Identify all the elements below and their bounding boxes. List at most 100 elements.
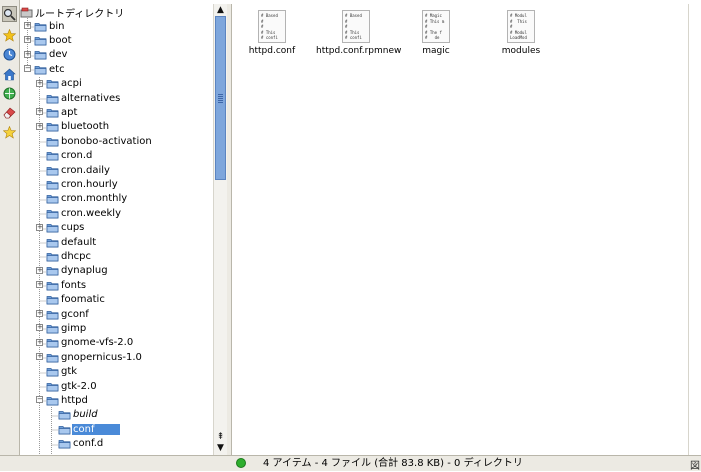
folder-icon: [34, 64, 47, 75]
tree-item-label: conf.d: [73, 438, 104, 450]
tree-scrollbar[interactable]: ▲ ⇞ ▼: [213, 4, 227, 455]
expand-icon[interactable]: +: [24, 50, 31, 58]
tree-item[interactable]: cron.daily: [46, 163, 111, 177]
expand-icon[interactable]: +: [36, 266, 43, 274]
search-icon[interactable]: [2, 6, 17, 22]
network-icon[interactable]: [2, 85, 17, 101]
tree-item-label: httpd: [61, 394, 88, 406]
folder-icon: [46, 280, 59, 291]
file-preview-line: # This m: [425, 18, 445, 24]
tree-item-label: etc: [49, 63, 65, 75]
scroll-thumb[interactable]: [215, 16, 226, 180]
tree-item[interactable]: default: [46, 235, 97, 249]
tree-root[interactable]: ルートディレクトリ: [20, 5, 125, 20]
folder-icon: [34, 35, 47, 46]
tree-item[interactable]: alternatives: [46, 91, 121, 105]
collapse-icon[interactable]: −: [36, 396, 43, 404]
root-drive-icon: [20, 7, 33, 18]
directory-tree[interactable]: ルートディレクトリ bin boot dev etc acpi alternatives a…: [20, 0, 213, 455]
tree-item[interactable]: cron.weekly: [46, 206, 122, 220]
tree-item[interactable]: bonobo-activation: [46, 134, 153, 148]
bookmark-star-icon[interactable]: [2, 27, 17, 43]
tree-item[interactable]: apt: [46, 105, 78, 119]
tree-item[interactable]: dev: [34, 48, 68, 62]
tree-item[interactable]: cups: [46, 221, 85, 235]
resize-grip-icon[interactable]: 図: [690, 457, 700, 472]
tree-item[interactable]: acpi: [46, 77, 83, 91]
status-bar-left-section: [0, 457, 230, 470]
file-view[interactable]: # Based # # # This # confi httpd.conf # Based #…: [232, 4, 687, 455]
expand-icon[interactable]: +: [36, 324, 43, 332]
tree-item[interactable]: fonts: [46, 278, 87, 292]
tree-root-label: ルートディレクトリ: [35, 8, 125, 20]
folder-icon: [34, 21, 47, 32]
tree-item-label: apt: [61, 106, 78, 118]
folder-icon: [46, 381, 59, 392]
tree-item[interactable]: gconf: [46, 307, 90, 321]
expand-icon[interactable]: +: [36, 310, 43, 317]
tree-item[interactable]: conf.d: [58, 437, 104, 451]
scroll-grip-line: [218, 96, 223, 97]
expand-icon[interactable]: +: [36, 353, 43, 361]
expand-icon[interactable]: +: [24, 22, 31, 29]
scroll-up-arrow[interactable]: ▲: [214, 4, 227, 15]
tree-item[interactable]: foomatic: [46, 293, 106, 307]
tree-item[interactable]: gtk: [46, 365, 78, 379]
tree-item[interactable]: dhcpc: [46, 249, 92, 263]
tree-item-label: bluetooth: [61, 121, 110, 133]
tree-item[interactable]: boot: [34, 33, 73, 47]
expand-icon[interactable]: +: [36, 223, 43, 231]
expand-icon[interactable]: +: [36, 122, 43, 130]
tree-item-label: build: [73, 409, 98, 421]
scroll-grip-line: [218, 102, 223, 103]
home-icon[interactable]: [2, 66, 17, 82]
file-name: magic: [422, 46, 450, 56]
file-preview-line: #: [345, 24, 348, 29]
scroll-down-arrow[interactable]: ▼: [214, 442, 227, 453]
tree-item-label: dhcpc: [61, 250, 92, 262]
file-view-scrollbar-track[interactable]: [688, 4, 701, 455]
expand-icon[interactable]: +: [36, 79, 43, 87]
favorite-star-icon[interactable]: [2, 124, 17, 140]
file-preview-line: # Modul: [510, 29, 527, 35]
tree-item[interactable]: gnome-vfs-2.0: [46, 336, 134, 350]
file-item[interactable]: # Modul # This # # Modul LoadMod modules: [481, 10, 561, 56]
file-preview-line: #: [510, 24, 513, 29]
tree-item[interactable]: etc: [34, 62, 66, 76]
tree-item[interactable]: cron.monthly: [46, 192, 128, 206]
tree-item-label: foomatic: [61, 294, 105, 306]
tree-item[interactable]: bin: [34, 19, 65, 33]
tree-item-label: alternatives: [61, 92, 121, 104]
folder-icon: [34, 49, 47, 60]
tree-item[interactable]: bluetooth: [46, 120, 110, 134]
expand-icon[interactable]: +: [36, 281, 43, 289]
tree-item-label: bonobo-activation: [61, 135, 152, 147]
tree-item[interactable]: cron.hourly: [46, 177, 119, 191]
tree-item[interactable]: dynaplug: [46, 264, 109, 278]
scroll-page-up-arrow[interactable]: ⇞: [214, 431, 227, 442]
history-clock-icon[interactable]: [2, 46, 17, 62]
tree-item-label: gnome-vfs-2.0: [61, 337, 134, 349]
tree-item-label: cron.monthly: [61, 193, 128, 205]
eraser-icon[interactable]: [2, 104, 17, 120]
folder-icon: [46, 208, 59, 219]
tree-item[interactable]: gnopernicus-1.0: [46, 350, 143, 364]
folder-icon: [46, 150, 59, 161]
tree-item[interactable]: build: [58, 408, 99, 422]
expand-icon[interactable]: +: [36, 108, 43, 116]
expand-icon[interactable]: +: [24, 36, 31, 44]
tree-item[interactable]: httpd: [46, 393, 89, 407]
tree-item[interactable]: gtk-2.0: [46, 379, 98, 393]
file-item[interactable]: # Based # # # This # confi httpd.conf: [232, 10, 312, 56]
collapse-icon[interactable]: −: [24, 65, 31, 73]
expand-icon[interactable]: +: [36, 338, 43, 346]
file-item[interactable]: # Magic # This m # # The f # de magic: [396, 10, 476, 56]
folder-icon: [46, 136, 59, 147]
tree-item-label: boot: [49, 34, 72, 46]
tree-item[interactable]: conf: [58, 422, 121, 436]
tree-item[interactable]: cron.d: [46, 149, 93, 163]
status-text: 4 アイテム - 4 ファイル (合計 83.8 KB) - 0 ディレクトリ: [263, 458, 523, 469]
folder-icon: [58, 424, 71, 435]
file-item[interactable]: # Based # # # This # confi httpd.conf.rpmnew: [316, 10, 401, 56]
tree-item[interactable]: gimp: [46, 321, 87, 335]
